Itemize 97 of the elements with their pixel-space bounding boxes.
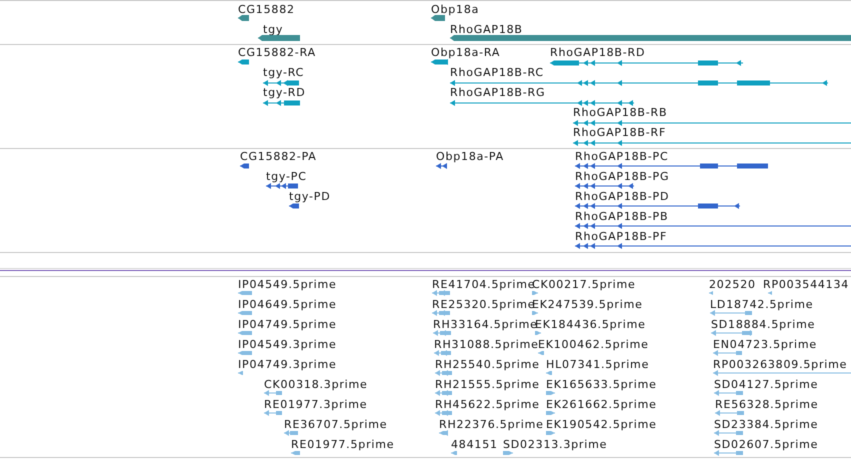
- feature-label: RH33164.5prime: [433, 318, 538, 331]
- est-glyph[interactable]: [765, 289, 775, 297]
- feature-label: RhoGAP18B-PB: [575, 210, 668, 223]
- feature-label: RhoGAP18B-RG: [450, 86, 546, 99]
- feature-label: tgy-RD: [263, 86, 306, 99]
- feature-label: SD23384.5prime: [714, 418, 818, 431]
- feature-label: EK100462.5prime: [538, 338, 649, 351]
- feature-label: Obp18a-RA: [431, 46, 500, 59]
- feature-label: Obp18a-PA: [436, 150, 504, 163]
- feature-label: RH45622.5prime: [435, 398, 540, 411]
- est-glyph[interactable]: [430, 329, 454, 337]
- protein-glyph[interactable]: [572, 202, 743, 210]
- feature-label: RE01977.3prime: [264, 398, 368, 411]
- est-glyph[interactable]: [706, 289, 716, 297]
- est-glyph[interactable]: [429, 289, 453, 297]
- feature-label: EK261662.5prime: [546, 398, 657, 411]
- est-glyph[interactable]: [281, 429, 301, 437]
- est-glyph[interactable]: [710, 369, 851, 377]
- feature-label: tgy-RC: [263, 66, 304, 79]
- protein-glyph[interactable]: [433, 162, 450, 170]
- feature-label: EK247539.5prime: [532, 298, 643, 311]
- feature-label: RP003263809.5prime: [713, 358, 848, 371]
- transcript-glyph[interactable]: [260, 79, 302, 87]
- feature-label: IP04749.3prime: [238, 358, 337, 371]
- feature-label: IP04549.3prime: [238, 338, 337, 351]
- est-glyph[interactable]: [532, 329, 544, 337]
- est-glyph[interactable]: [711, 429, 746, 437]
- feature-label: RhoGAP18B-PD: [575, 190, 670, 203]
- protein-glyph[interactable]: [572, 182, 637, 190]
- feature-label: 202520: [709, 278, 756, 291]
- est-glyph[interactable]: [448, 449, 460, 457]
- feature-label: RhoGAP18B-PC: [575, 150, 668, 163]
- feature-label: IP04649.5prime: [238, 298, 337, 311]
- feature-label: EK184436.5prime: [535, 318, 646, 331]
- feature-label: EN04723.5prime: [713, 338, 817, 351]
- feature-label: SD04127.5prime: [714, 378, 818, 391]
- feature-label: HL07341.5prime: [546, 358, 650, 371]
- transcript-glyph[interactable]: [447, 99, 637, 107]
- protein-glyph[interactable]: [572, 242, 851, 250]
- feature-label: RH21555.5prime: [435, 378, 540, 391]
- feature-label: CG15882: [238, 3, 295, 16]
- est-glyph[interactable]: [712, 409, 747, 417]
- feature-label: RhoGAP18B-RF: [573, 126, 666, 139]
- feature-label: IP04549.5prime: [238, 278, 337, 291]
- feature-label: CG15882-RA: [238, 46, 316, 59]
- feature-label: SD02313.3prime: [503, 438, 608, 451]
- est-glyph[interactable]: [261, 389, 285, 397]
- est-glyph[interactable]: [261, 409, 285, 417]
- est-glyph[interactable]: [708, 329, 755, 337]
- est-glyph[interactable]: [710, 349, 745, 357]
- protein-glyph[interactable]: [263, 182, 301, 190]
- est-glyph[interactable]: [529, 289, 541, 297]
- feature-label: RhoGAP18B-PF: [575, 230, 668, 243]
- est-glyph[interactable]: [707, 309, 755, 317]
- feature-label: LD18742.5prime: [710, 298, 814, 311]
- transcript-glyph[interactable]: [260, 99, 303, 107]
- feature-label: RE01977.5prime: [291, 438, 394, 451]
- feature-label: RH31088.5prime: [434, 338, 539, 351]
- feature-label: tgy-PD: [289, 190, 330, 203]
- feature-label: RH22376.5prime: [439, 418, 544, 431]
- feature-label: 484151: [451, 438, 498, 451]
- transcript-glyph[interactable]: [447, 79, 831, 87]
- protein-glyph[interactable]: [572, 162, 771, 170]
- feature-label: RhoGAP18B-RC: [450, 66, 544, 79]
- est-glyph[interactable]: [431, 349, 454, 357]
- est-glyph[interactable]: [711, 389, 746, 397]
- est-glyph[interactable]: [432, 369, 455, 377]
- protein-glyph[interactable]: [572, 222, 851, 230]
- est-glyph[interactable]: [432, 389, 455, 397]
- est-glyph[interactable]: [535, 349, 547, 357]
- feature-label: IP04749.5prime: [238, 318, 337, 331]
- transcript-glyph[interactable]: [570, 139, 851, 147]
- est-glyph[interactable]: [235, 369, 246, 377]
- feature-label: RE56328.5prime: [715, 398, 818, 411]
- feature-label: EK165633.5prime: [546, 378, 657, 391]
- feature-label: RE36707.5prime: [284, 418, 388, 431]
- feature-label: CG15882-PA: [240, 150, 317, 163]
- transcript-glyph[interactable]: [570, 119, 851, 127]
- est-glyph[interactable]: [711, 449, 746, 457]
- feature-label: tgy: [263, 23, 284, 36]
- feature-label: RH25540.5prime: [435, 358, 540, 371]
- feature-label: RhoGAP18B-RB: [573, 106, 668, 119]
- est-glyph[interactable]: [529, 309, 541, 317]
- transcript-glyph[interactable]: [547, 59, 746, 67]
- feature-label: RP003544134: [763, 278, 850, 291]
- feature-label: RhoGAP18B-RD: [550, 46, 646, 59]
- feature-label: SD02607.5prime: [714, 438, 818, 451]
- feature-label: CK00318.3prime: [264, 378, 368, 391]
- est-glyph[interactable]: [543, 369, 555, 377]
- feature-label: RhoGAP18B-PG: [575, 170, 670, 183]
- feature-label: tgy-PC: [266, 170, 307, 183]
- feature-label: RhoGAP18B: [450, 23, 523, 36]
- feature-label: EK190542.5prime: [546, 418, 657, 431]
- est-glyph[interactable]: [432, 409, 455, 417]
- est-glyph[interactable]: [429, 309, 453, 317]
- feature-label: Obp18a: [431, 3, 480, 16]
- feature-label: SD18884.5prime: [711, 318, 816, 331]
